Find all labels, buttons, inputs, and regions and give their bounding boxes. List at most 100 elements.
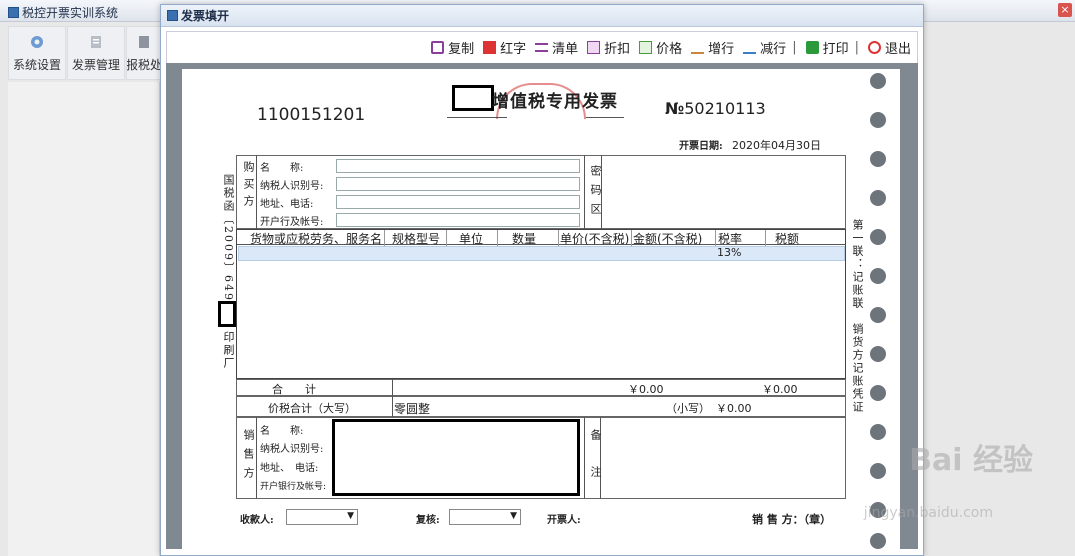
table-row[interactable]	[238, 246, 845, 261]
issue-date: 2020年04月30日	[732, 139, 821, 152]
divider	[392, 396, 393, 417]
buyer-address-input[interactable]	[336, 195, 580, 209]
redacted-box	[452, 85, 494, 111]
list-button[interactable]: 清单	[535, 38, 578, 57]
discount-icon	[587, 41, 601, 54]
invoice-title: 增值税专用发票	[492, 92, 618, 112]
save-icon	[167, 10, 178, 21]
add-row-icon	[691, 41, 705, 54]
system-settings-button[interactable]: 系统设置	[8, 26, 66, 80]
tax-report-button[interactable]: 报税处	[126, 26, 162, 80]
copy-button[interactable]: 复制	[431, 38, 474, 57]
punch-hole	[870, 307, 886, 323]
buyer-name-label: 名 称:	[260, 163, 304, 174]
print-icon	[805, 41, 819, 54]
punch-hole	[870, 151, 886, 167]
buyer-bank-label: 开户行及帐号:	[260, 217, 324, 228]
drawer-label: 开票人:	[547, 515, 581, 526]
buyer-taxid-input[interactable]	[336, 177, 580, 191]
baidu-watermark: Bai 经验	[909, 443, 1033, 478]
invoice-print-area: 1100151201 增值税专用发票 №50210113 开票日期: 2020年…	[166, 63, 918, 549]
punch-hole	[870, 533, 886, 549]
redacted-box	[332, 419, 580, 496]
app-close-button[interactable]: ×	[1058, 3, 1072, 17]
punch-hole	[870, 112, 886, 128]
dialog-titlebar: 发票填开	[161, 5, 923, 27]
col-unit-price: 单价(不含税)	[560, 232, 630, 246]
col-amount: 金额(不含税)	[633, 232, 703, 246]
redacted-box	[218, 301, 236, 327]
invoice-actions-bar: 复制 红字 清单 折扣 价格 增行 减行 | 打印 | 退出	[166, 31, 918, 63]
seller-label: 销售方	[242, 429, 255, 486]
gear-icon	[31, 35, 43, 48]
add-row-button[interactable]: 增行	[691, 38, 734, 57]
cipher-label: 密码区	[589, 165, 602, 222]
invoice-dialog: 发票填开 复制 红字 清单 折扣 价格 增行 减行 | 打印 | 退出 1100…	[160, 4, 924, 556]
remove-row-button[interactable]: 减行	[743, 38, 786, 57]
left-side-text-2: 印刷厂	[222, 331, 235, 370]
separator: |	[792, 40, 797, 55]
price-button[interactable]: 价格	[639, 38, 682, 57]
issue-date-label: 开票日期:	[679, 141, 723, 152]
price-icon	[639, 41, 653, 54]
buyer-bank-input[interactable]	[336, 213, 580, 227]
grand-total-label: 价税合计（大写）	[268, 402, 356, 415]
punch-hole	[870, 463, 886, 479]
print-button[interactable]: 打印	[805, 38, 849, 57]
divider	[584, 155, 585, 229]
buyer-label: 购买方	[242, 161, 255, 212]
punch-hole	[870, 424, 886, 440]
invoice-management-button[interactable]: 发票管理	[67, 26, 125, 80]
grand-total-words: 零圆整	[394, 402, 431, 416]
punch-hole	[870, 229, 886, 245]
title-underline	[447, 117, 507, 118]
power-icon	[867, 41, 881, 54]
seller-taxid-label: 纳税人识别号:	[260, 444, 324, 455]
punch-hole	[870, 190, 886, 206]
separator: |	[854, 40, 859, 55]
col-quantity: 数量	[512, 232, 537, 246]
list-icon	[535, 43, 549, 52]
total-amount: ￥0.00	[628, 383, 664, 396]
seller-address-label: 地址、 电话:	[260, 463, 319, 474]
buyer-name-input[interactable]	[336, 159, 580, 173]
remove-row-icon	[743, 41, 757, 54]
reviewer-select[interactable]	[449, 509, 521, 525]
punch-hole	[870, 346, 886, 362]
invoice-paper: 1100151201 增值税专用发票 №50210113 开票日期: 2020年…	[182, 69, 900, 549]
right-side-text: 第一联：记账联 销货方记账凭证	[851, 219, 864, 414]
total-label: 合 计	[272, 383, 316, 396]
seller-name-label: 名 称:	[260, 426, 304, 437]
col-unit: 单位	[459, 232, 484, 246]
invoice-icon	[91, 35, 101, 48]
divider	[392, 379, 393, 396]
copy-icon	[431, 41, 445, 54]
seller-seal-label: 销 售 方：（章）	[752, 513, 832, 526]
punch-hole	[870, 73, 886, 89]
number-value: 50210113	[684, 99, 766, 118]
buyer-address-label: 地址、电话:	[260, 199, 314, 210]
red-invoice-button[interactable]: 红字	[483, 38, 526, 57]
discount-button[interactable]: 折扣	[587, 38, 630, 57]
divider	[256, 155, 257, 229]
divider	[584, 417, 585, 499]
total-row	[236, 379, 846, 396]
punch-hole	[870, 268, 886, 284]
punch-hole	[870, 385, 886, 401]
reviewer-label: 复核:	[416, 515, 440, 526]
invoice-number: №50210113	[665, 99, 766, 118]
remark-label: 备注	[589, 429, 602, 503]
col-goods-name: 货物或应税劳务、服务名	[250, 232, 383, 246]
row-tax-rate: 13%	[717, 246, 742, 259]
invoice-code: 1100151201	[257, 105, 366, 125]
number-prefix: №	[665, 99, 685, 118]
tax-report-icon	[139, 35, 149, 48]
exit-button[interactable]: 退出	[867, 38, 911, 57]
col-tax-rate: 税率	[718, 232, 743, 246]
small-amount-label: （小写）	[666, 402, 710, 415]
payee-select[interactable]	[286, 509, 358, 525]
small-amount: ￥0.00	[716, 402, 752, 415]
seller-bank-label: 开户银行及帐号:	[260, 482, 327, 492]
col-tax: 税额	[775, 232, 800, 246]
col-spec: 规格型号	[392, 232, 441, 246]
